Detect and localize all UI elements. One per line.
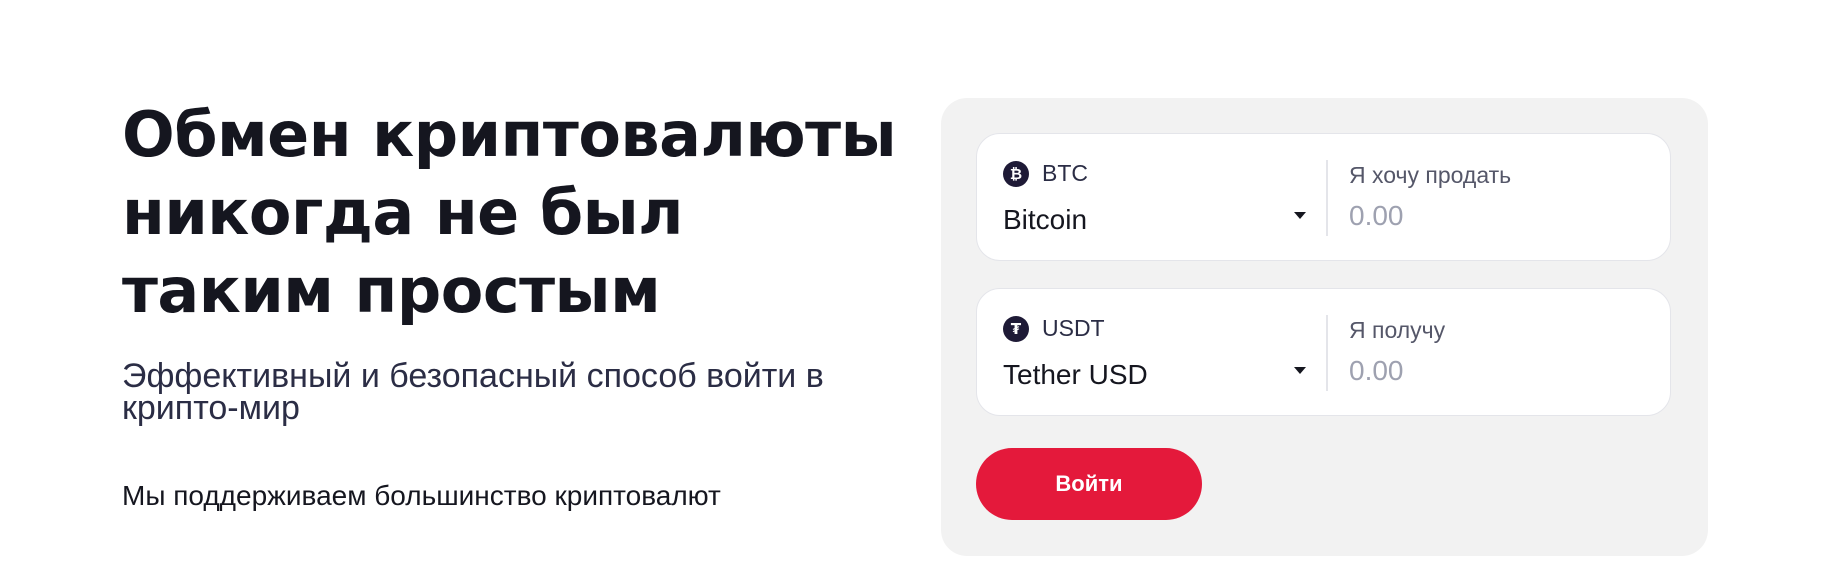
page-subtitle: Эффективный и безопасный способ войти в …: [122, 357, 824, 427]
page-title-line-3: таким простым: [122, 254, 661, 327]
login-button[interactable]: Войти: [976, 448, 1202, 520]
sell-currency-select[interactable]: ₿ BTC Bitcoin: [977, 134, 1327, 260]
page-title-line-2: никогда не был: [122, 176, 684, 249]
page-title-line-1: Обмен криптовалюты: [122, 98, 897, 171]
sell-amount-label: Я хочу продать: [1349, 162, 1512, 188]
buy-coin-row: ₮ USDT: [1003, 315, 1105, 342]
sell-coin-row: ₿ BTC: [1003, 160, 1088, 187]
field-divider: [1326, 315, 1328, 391]
buy-amount-label: Я получу: [1349, 317, 1446, 343]
buy-currency-select[interactable]: ₮ USDT Tether USD: [977, 289, 1327, 415]
sell-coin-ticker: BTC: [1042, 160, 1088, 186]
bitcoin-icon: ₿: [1003, 160, 1029, 187]
tether-icon: ₮: [1003, 315, 1029, 342]
page-title: Обмен криптовалюты никогда не был таким …: [122, 96, 922, 330]
chevron-down-icon: [1294, 367, 1306, 374]
sell-field: ₿ BTC Bitcoin Я хочу продать: [976, 133, 1671, 261]
sell-coin-name: Bitcoin: [1003, 204, 1088, 235]
chevron-down-icon: [1294, 212, 1306, 219]
hero-section: Обмен криптовалюты никогда не был таким …: [122, 96, 922, 512]
buy-amount-input[interactable]: [1349, 351, 1639, 391]
exchange-panel: ₿ BTC Bitcoin Я хочу продать ₮ USDT Teth…: [941, 98, 1708, 556]
supported-currencies-note: Мы поддерживаем большинство криптовалют: [122, 480, 721, 511]
buy-coin-ticker: USDT: [1042, 315, 1105, 341]
sell-amount-input[interactable]: [1349, 196, 1639, 236]
field-divider: [1326, 160, 1328, 236]
buy-field: ₮ USDT Tether USD Я получу: [976, 288, 1671, 416]
buy-coin-name: Tether USD: [1003, 359, 1148, 390]
